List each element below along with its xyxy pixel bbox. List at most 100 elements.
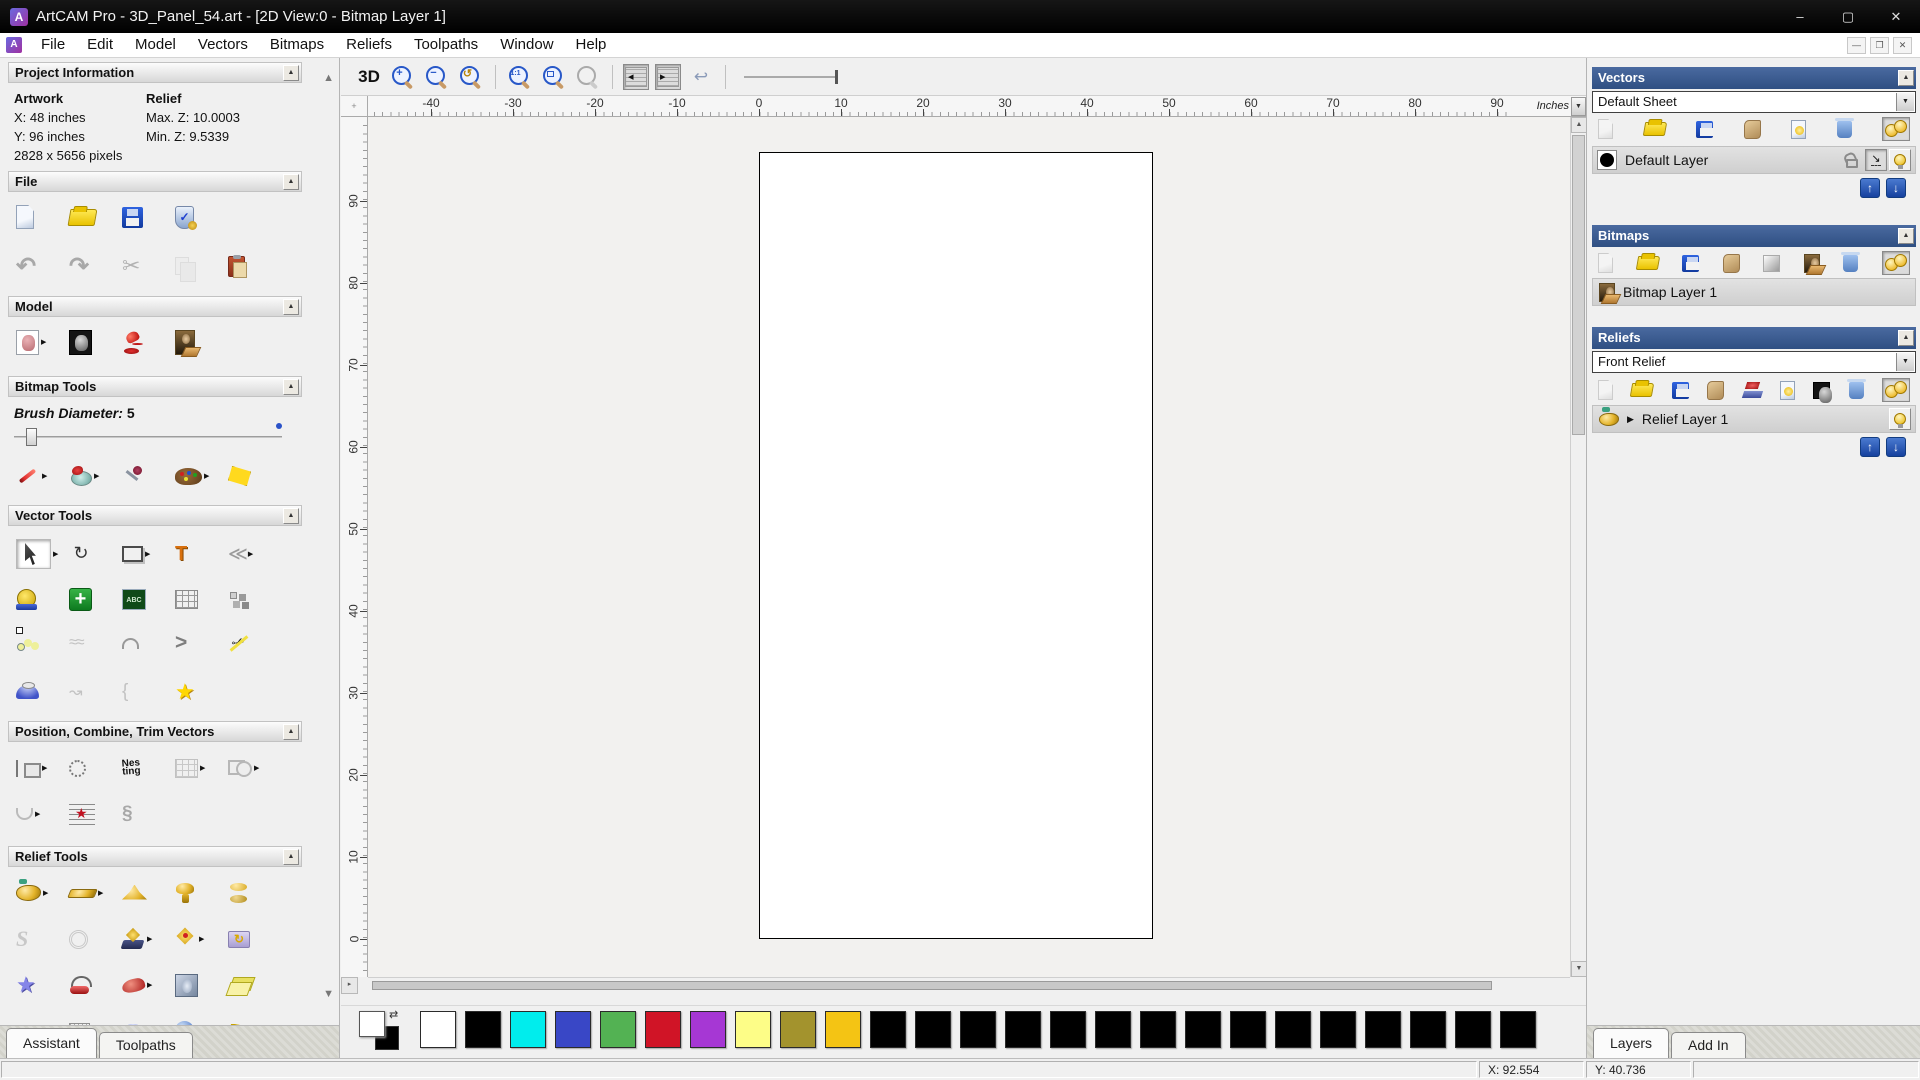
model-properties-icon[interactable]: ✓: [175, 206, 194, 229]
brush-diameter-slider[interactable]: [14, 436, 282, 438]
2d-viewport[interactable]: [368, 117, 1570, 977]
clear-bitmap-icon[interactable]: [175, 330, 195, 355]
bitmap-to-vector-icon[interactable]: [228, 466, 251, 486]
palette-swatch[interactable]: [600, 1011, 636, 1048]
panel-scroll-up-icon[interactable]: ▲: [323, 72, 334, 84]
collapse-button[interactable]: ▲: [283, 379, 299, 395]
palette-swatch[interactable]: [1410, 1011, 1446, 1048]
model-sheet-pattern[interactable]: [759, 152, 1153, 939]
transform-icon[interactable]: ↻: [69, 542, 93, 566]
toggle-visibility-icon[interactable]: [1780, 381, 1795, 400]
palette-swatch[interactable]: [780, 1011, 816, 1048]
palette-swatch[interactable]: [1005, 1011, 1041, 1048]
menu-item[interactable]: Model: [124, 33, 187, 57]
sculpting-icon[interactable]: S: [16, 926, 28, 952]
palette-icon[interactable]: [175, 468, 202, 485]
colour-picker-icon[interactable]: [122, 465, 144, 487]
menu-item[interactable]: Help: [565, 33, 618, 57]
select-tool-active[interactable]: [16, 539, 51, 569]
greyscale-layer-icon[interactable]: [1763, 255, 1780, 272]
redo-icon[interactable]: ↷: [69, 252, 89, 281]
palette-swatch[interactable]: [1365, 1011, 1401, 1048]
zoom-previous-button[interactable]: ↺: [457, 63, 485, 91]
menu-item[interactable]: Toolpaths: [403, 33, 489, 57]
delete-layer-icon[interactable]: [1837, 121, 1852, 138]
relief-combine-icon[interactable]: [175, 929, 197, 949]
open-file-icon[interactable]: [68, 209, 98, 226]
create-polyline-icon[interactable]: [16, 635, 39, 652]
toggle-all-visibility-button[interactable]: [1882, 117, 1910, 141]
flyout-arrow-icon[interactable]: ▶: [53, 550, 58, 558]
layer-visibility-button[interactable]: [1889, 149, 1911, 171]
scroll-down-icon[interactable]: ▼: [1571, 961, 1587, 977]
tape-measure-icon[interactable]: [16, 589, 37, 610]
flyout-arrow-icon[interactable]: ▶: [147, 981, 152, 989]
create-rectangle-icon[interactable]: [122, 546, 143, 562]
align-vectors-icon[interactable]: [16, 760, 40, 777]
menu-item[interactable]: File: [30, 33, 76, 57]
bend-relief-icon[interactable]: [69, 976, 92, 995]
face-wizard-icon[interactable]: [175, 974, 198, 997]
create-text-block-icon[interactable]: ABC: [122, 589, 146, 610]
flyout-arrow-icon[interactable]: ▶: [41, 338, 46, 346]
trim-vectors-icon[interactable]: [228, 632, 252, 654]
child-restore-button[interactable]: ❐: [1870, 37, 1889, 54]
palette-swatch[interactable]: [1140, 1011, 1176, 1048]
new-layer-icon[interactable]: [1598, 253, 1613, 273]
new-layer-icon[interactable]: [1598, 119, 1613, 139]
greyscale-from-model-icon[interactable]: [69, 330, 92, 355]
palette-swatch[interactable]: [870, 1011, 906, 1048]
open-layer-icon[interactable]: [1642, 122, 1666, 136]
flyout-arrow-icon[interactable]: ▶: [43, 889, 48, 897]
sculpt-relief-icon[interactable]: [16, 885, 41, 901]
text-on-curve-icon[interactable]: [69, 760, 86, 777]
delete-layer-icon[interactable]: [1843, 255, 1858, 272]
palette-swatch[interactable]: [735, 1011, 771, 1048]
mirror-vectors-icon[interactable]: {: [122, 681, 126, 703]
combine-relief-icon[interactable]: [1743, 382, 1762, 398]
layer-visibility-button[interactable]: [1889, 408, 1911, 430]
move-layer-down-icon[interactable]: ↓: [1886, 178, 1906, 198]
move-layer-up-icon[interactable]: ↑: [1860, 437, 1880, 457]
save-layer-icon[interactable]: [1682, 255, 1699, 272]
collapse-button[interactable]: ▲: [1898, 70, 1914, 86]
panel-scroll-down-icon[interactable]: ▼: [323, 988, 334, 1000]
palette-swatch[interactable]: [555, 1011, 591, 1048]
collapse-button[interactable]: ▲: [283, 174, 299, 190]
move-layer-up-icon[interactable]: ↑: [1860, 178, 1880, 198]
collapse-button[interactable]: ▲: [1898, 330, 1914, 346]
relief-layer-row[interactable]: ▶ Relief Layer 1: [1592, 405, 1916, 433]
flyout-arrow-icon[interactable]: ▶: [204, 472, 209, 480]
new-model-icon[interactable]: [16, 205, 34, 229]
palette-swatch[interactable]: [645, 1011, 681, 1048]
merge-layers-icon[interactable]: [1744, 120, 1761, 139]
flyout-arrow-icon[interactable]: ▶: [199, 935, 204, 943]
horizontal-scroll-thumb[interactable]: [372, 981, 1492, 990]
palette-swatch[interactable]: [1275, 1011, 1311, 1048]
maximize-button[interactable]: ▢: [1824, 0, 1872, 33]
collapse-button[interactable]: ▲: [283, 299, 299, 315]
collapse-button[interactable]: ▲: [283, 508, 299, 524]
collapse-button[interactable]: ▲: [283, 724, 299, 740]
save-layer-icon[interactable]: [1696, 121, 1713, 138]
link-colours-icon[interactable]: ⇄: [389, 1008, 398, 1021]
merge-layers-icon[interactable]: [1707, 381, 1724, 400]
flood-fill-icon[interactable]: [69, 466, 92, 486]
create-star-icon[interactable]: ★: [175, 679, 195, 705]
add-shape-icon[interactable]: [122, 885, 147, 902]
menu-item[interactable]: Window: [489, 33, 564, 57]
paste-icon[interactable]: [228, 256, 245, 277]
weave-wizard-icon[interactable]: [69, 930, 88, 949]
zoom-in-button[interactable]: +: [389, 63, 417, 91]
weld-vectors-icon[interactable]: [228, 760, 252, 777]
delete-layer-icon[interactable]: [1849, 382, 1864, 399]
palette-swatch[interactable]: [465, 1011, 501, 1048]
collapse-button[interactable]: ▲: [1898, 228, 1914, 244]
cut-icon[interactable]: ✂: [122, 253, 140, 279]
flyout-arrow-icon[interactable]: ▶: [200, 764, 205, 772]
palette-swatch[interactable]: [1050, 1011, 1086, 1048]
envelope-distort-icon[interactable]: [175, 590, 198, 609]
flyout-arrow-icon[interactable]: ▶: [35, 810, 40, 818]
scroll-up-icon[interactable]: ▲: [1571, 117, 1587, 133]
toggle-all-visibility-button[interactable]: [1882, 378, 1910, 402]
